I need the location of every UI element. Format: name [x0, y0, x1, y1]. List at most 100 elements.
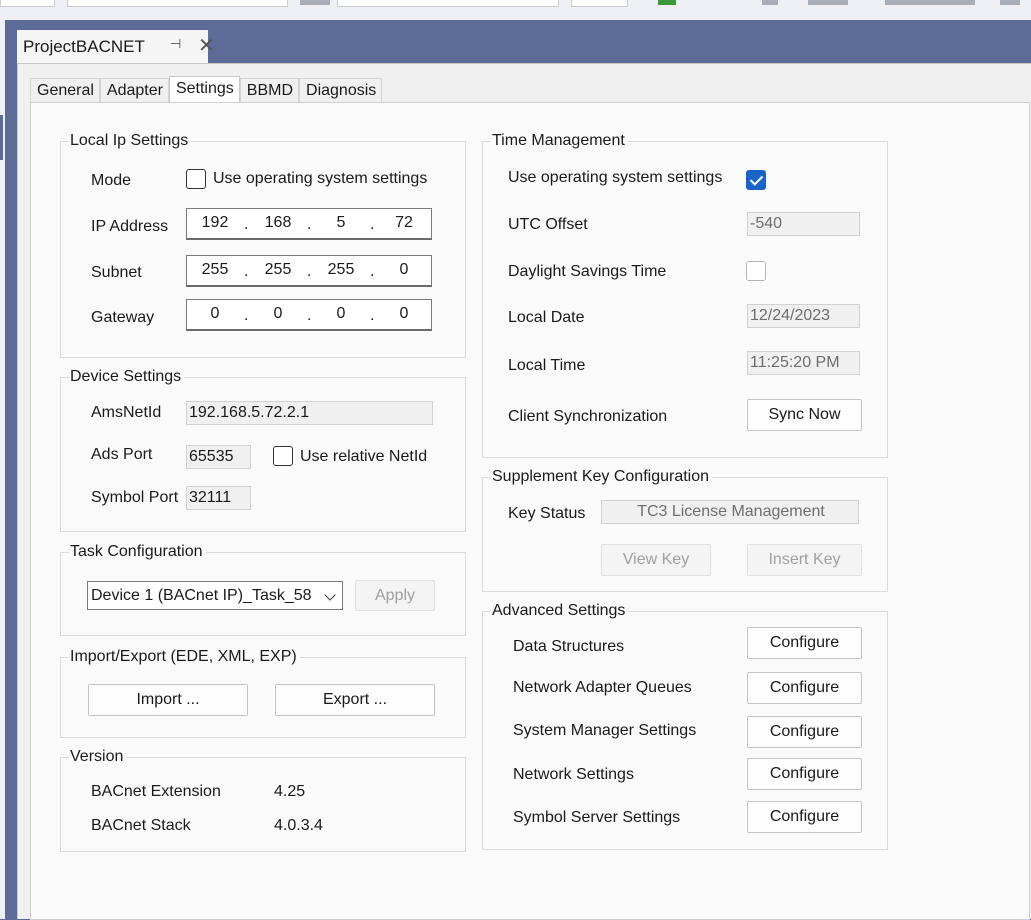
- import-export-group: Import/Export (EDE, XML, EXP) Import ...…: [60, 648, 466, 738]
- dst-label: Daylight Savings Time: [508, 263, 667, 280]
- utc-offset-label: UTC Offset: [508, 216, 588, 233]
- gateway-octet: 0: [399, 305, 409, 322]
- tab-general[interactable]: General: [30, 78, 100, 103]
- gateway-field[interactable]: 0 . 0 . 0 . 0: [186, 299, 432, 331]
- toolbar-combo[interactable]: [337, 0, 559, 7]
- toolbar-icon[interactable]: [808, 0, 848, 5]
- sync-now-button[interactable]: Sync Now: [747, 399, 862, 431]
- ip-octet: 168: [264, 214, 292, 231]
- gateway-label: Gateway: [91, 309, 155, 326]
- configure-data-structures-button[interactable]: Configure: [747, 627, 862, 659]
- toolbar-combo[interactable]: [571, 0, 628, 7]
- local-time-field[interactable]: 11:25:20 PM: [747, 351, 860, 375]
- subnet-octet: 255: [327, 261, 355, 278]
- symbol-port-field[interactable]: 32111: [186, 486, 251, 510]
- version-group: Version BACnet Extension 4.25 BACnet Sta…: [60, 748, 466, 852]
- gateway-octet: 0: [273, 305, 283, 322]
- local-ip-title: Local Ip Settings: [69, 132, 192, 150]
- ip-dot: .: [370, 307, 375, 324]
- left-dock-strip: [0, 20, 5, 919]
- client-sync-label: Client Synchronization: [508, 408, 668, 425]
- gateway-octet: 0: [210, 305, 220, 322]
- subnet-octet: 255: [201, 261, 229, 278]
- ip-dot: .: [244, 216, 249, 233]
- import-export-title: Import/Export (EDE, XML, EXP): [69, 648, 300, 666]
- ip-dot: .: [307, 307, 312, 324]
- supplement-key-group: Supplement Key Configuration Key Status …: [482, 468, 888, 592]
- ip-address-field[interactable]: 192 . 168 . 5 . 72: [186, 208, 432, 240]
- settings-content: Local Ip Settings Mode Use operating sys…: [30, 102, 1030, 920]
- tab-bbmd[interactable]: BBMD: [239, 78, 300, 103]
- supplement-key-title: Supplement Key Configuration: [491, 468, 713, 486]
- symbol-server-settings-label: Symbol Server Settings: [513, 809, 681, 826]
- task-select[interactable]: Device 1 (BACnet IP)_Task_58: [87, 581, 343, 610]
- device-settings-group: Device Settings AmsNetId 192.168.5.72.2.…: [60, 368, 466, 532]
- key-status-field: TC3 License Management: [601, 500, 859, 524]
- import-button[interactable]: Import ...: [88, 684, 248, 716]
- tab-settings[interactable]: Settings: [168, 76, 240, 103]
- task-configuration-group: Task Configuration Device 1 (BACnet IP)_…: [60, 543, 466, 636]
- chevron-down-icon: [324, 589, 336, 601]
- toolbar-icon[interactable]: [300, 0, 330, 5]
- task-configuration-title: Task Configuration: [69, 543, 206, 561]
- view-key-button[interactable]: View Key: [601, 544, 711, 576]
- advanced-settings-group: Advanced Settings Data Structures Config…: [482, 602, 888, 850]
- local-ip-group: Local Ip Settings Mode Use operating sys…: [60, 132, 466, 358]
- top-toolbar: [0, 0, 1031, 20]
- toolbar-combo[interactable]: [0, 0, 55, 7]
- device-settings-title: Device Settings: [69, 368, 185, 386]
- ip-dot: .: [307, 216, 312, 233]
- subnet-field[interactable]: 255 . 255 . 255 . 0: [186, 255, 432, 287]
- toolbar-combo[interactable]: [67, 0, 288, 7]
- gateway-octet: 0: [336, 305, 346, 322]
- time-management-title: Time Management: [491, 132, 628, 150]
- configure-network-adapter-queues-button[interactable]: Configure: [747, 672, 862, 704]
- ip-octet: 5: [336, 214, 346, 231]
- toolbar-icon[interactable]: [1000, 0, 1020, 5]
- toolbar-icon[interactable]: [762, 0, 778, 5]
- insert-key-button[interactable]: Insert Key: [747, 544, 862, 576]
- mode-label: Mode: [91, 172, 132, 189]
- time-use-os-checkbox[interactable]: [746, 170, 766, 190]
- utc-offset-field[interactable]: -540: [747, 212, 860, 236]
- advanced-settings-title: Advanced Settings: [491, 602, 629, 620]
- symbol-port-label: Symbol Port: [91, 489, 179, 506]
- data-structures-label: Data Structures: [513, 638, 625, 655]
- ip-dot: .: [244, 307, 249, 324]
- tab-strip: General Adapter Settings BBMD Diagnosis: [30, 76, 383, 103]
- tab-adapter[interactable]: Adapter: [99, 78, 169, 103]
- relative-netid-checkbox[interactable]: [273, 446, 293, 466]
- network-adapter-queues-label: Network Adapter Queues: [513, 679, 692, 696]
- subnet-label: Subnet: [91, 264, 142, 281]
- use-os-settings-checkbox[interactable]: [186, 169, 206, 189]
- amsnetid-field[interactable]: 192.168.5.72.2.1: [186, 401, 433, 425]
- ads-port-field[interactable]: 65535: [186, 445, 251, 469]
- document-tab-title: ProjectBACNET: [23, 36, 145, 56]
- configure-system-manager-settings-button[interactable]: Configure: [747, 716, 862, 748]
- relative-netid-label: Use relative NetId: [300, 448, 428, 465]
- pin-icon[interactable]: ⊣: [170, 36, 181, 52]
- ip-dot: .: [370, 216, 375, 233]
- time-management-group: Time Management Use operating system set…: [482, 132, 888, 458]
- document-tab[interactable]: ProjectBACNET ⊣ ✕: [17, 30, 215, 63]
- ip-octet: 192: [201, 214, 229, 231]
- bacnet-extension-label: BACnet Extension: [91, 783, 221, 800]
- system-manager-settings-label: System Manager Settings: [513, 722, 697, 739]
- configure-symbol-server-settings-button[interactable]: Configure: [747, 801, 862, 833]
- bacnet-stack-value: 4.0.3.4: [274, 817, 323, 834]
- tab-diagnosis[interactable]: Diagnosis: [299, 78, 383, 103]
- run-icon[interactable]: [658, 0, 676, 5]
- local-date-field[interactable]: 12/24/2023: [747, 304, 860, 328]
- configure-network-settings-button[interactable]: Configure: [747, 758, 862, 790]
- toolbar-icon[interactable]: [885, 0, 975, 5]
- apply-button[interactable]: Apply: [355, 580, 435, 611]
- export-button[interactable]: Export ...: [275, 684, 435, 716]
- amsnetid-label: AmsNetId: [91, 404, 162, 421]
- subnet-octet: 255: [264, 261, 292, 278]
- close-icon[interactable]: ✕: [198, 33, 215, 58]
- use-os-settings-label: Use operating system settings: [213, 170, 428, 187]
- version-title: Version: [69, 748, 127, 766]
- dst-checkbox[interactable]: [746, 261, 766, 281]
- ip-dot: .: [307, 263, 312, 280]
- local-date-label: Local Date: [508, 309, 585, 326]
